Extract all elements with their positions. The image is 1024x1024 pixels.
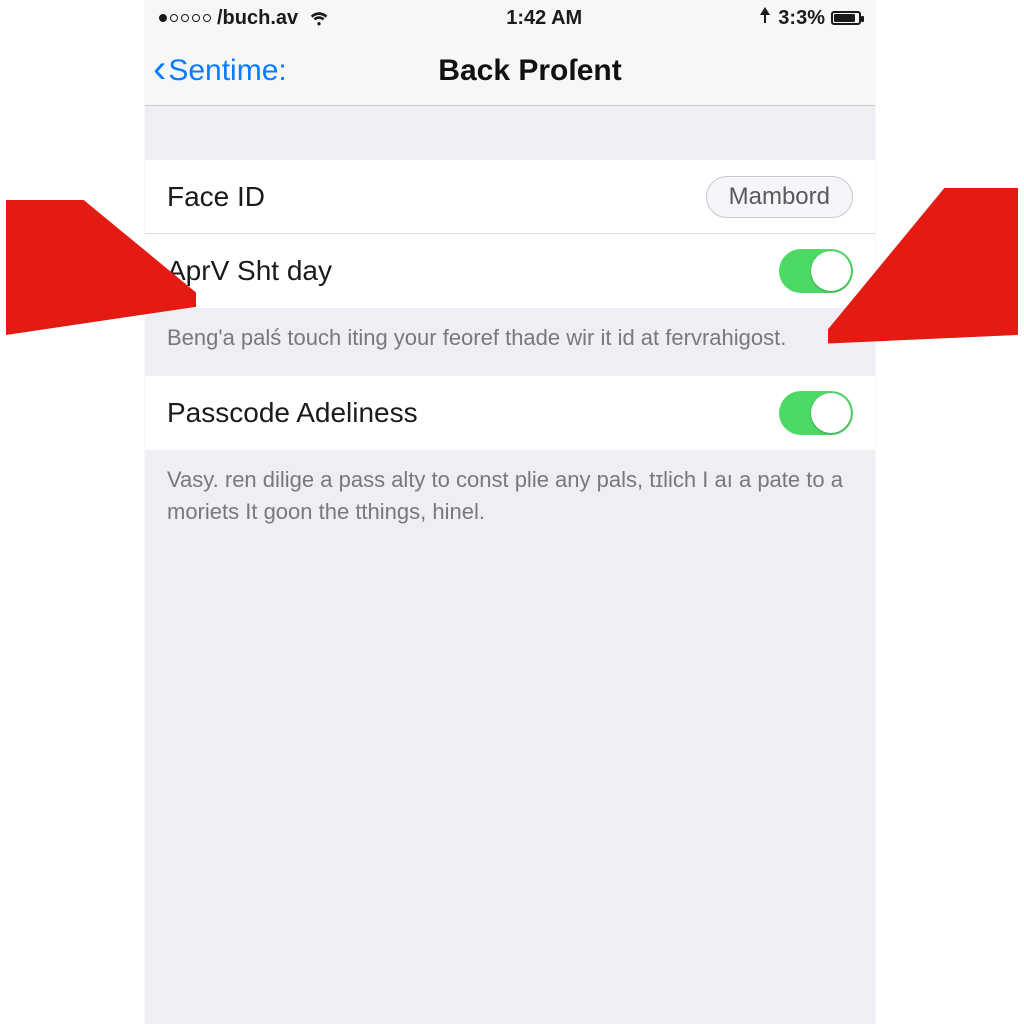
- phone-frame: /buch.av 1:42 AM 3:3% ‹ Sentime: Back Pr…: [145, 0, 875, 1024]
- row-passcode-adeliness[interactable]: Passcode Adeliness: [145, 376, 875, 450]
- status-bar: /buch.av 1:42 AM 3:3%: [145, 0, 875, 36]
- face-id-button[interactable]: Mambord: [706, 176, 853, 218]
- back-button[interactable]: ‹ Sentime:: [153, 36, 287, 105]
- chevron-left-icon: ‹: [153, 49, 166, 89]
- activity-icon: [758, 6, 772, 30]
- toggle-passcode[interactable]: [779, 391, 853, 435]
- status-time: 1:42 AM: [330, 7, 758, 30]
- section-gap: [145, 106, 875, 160]
- row-label: Passcode Adeliness: [167, 397, 761, 429]
- carrier-label: /buch.av: [217, 7, 298, 30]
- back-label: Sentime:: [168, 54, 286, 88]
- status-left: /buch.av: [159, 7, 330, 30]
- toggle-aprv[interactable]: [779, 249, 853, 293]
- signal-strength-icon: [159, 14, 211, 22]
- empty-area: [145, 550, 875, 970]
- settings-section-1: Face ID Mambord AprV Sht day: [145, 160, 875, 308]
- row-label: Face ID: [167, 181, 688, 213]
- battery-percent: 3:3%: [778, 7, 825, 30]
- section-footer-1: Beng'a palś touch iting your feoref thad…: [145, 308, 875, 376]
- row-aprv-sht-day[interactable]: AprV Sht day: [145, 234, 875, 308]
- row-face-id[interactable]: Face ID Mambord: [145, 160, 875, 234]
- settings-section-2: Passcode Adeliness: [145, 376, 875, 450]
- nav-bar: ‹ Sentime: Back Proſent: [145, 36, 875, 106]
- battery-icon: [831, 11, 861, 25]
- section-footer-2: Vasy. ren dilige a pass alty to const pl…: [145, 450, 875, 550]
- wifi-icon: [308, 9, 330, 27]
- row-label: AprV Sht day: [167, 255, 761, 287]
- status-right: 3:3%: [758, 6, 861, 30]
